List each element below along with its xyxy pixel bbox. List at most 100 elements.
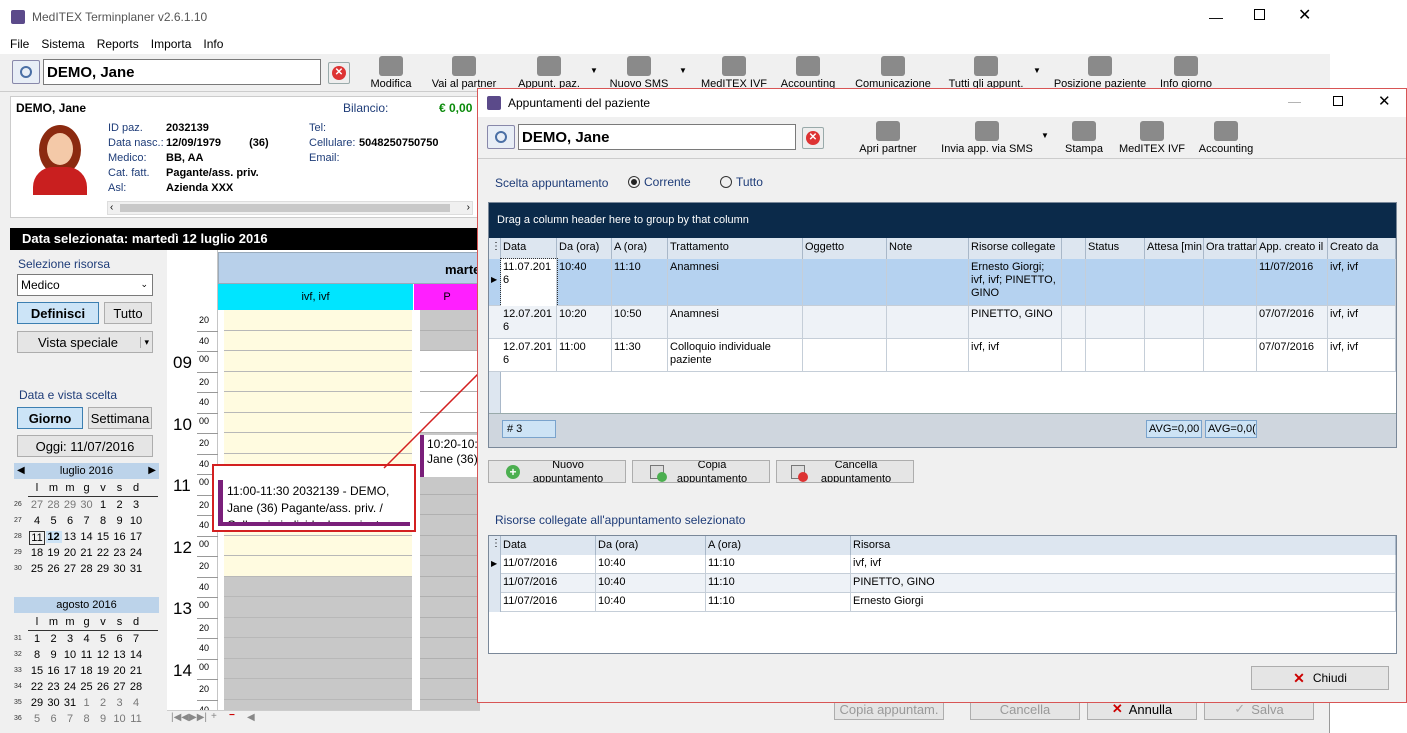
time-slot[interactable] [224,658,412,679]
first-icon[interactable]: |◀◀ [171,712,189,723]
settimana-button[interactable]: Settimana [88,407,152,429]
time-slot[interactable] [224,597,412,618]
calendar-day[interactable]: 4 [29,515,45,527]
risorsa-select[interactable]: Medico ⌄ [17,274,153,296]
calendar-day[interactable]: 7 [62,713,78,725]
calendar-day[interactable]: 20 [62,547,78,559]
toolbar-comunicazione[interactable]: Comunicazione [852,56,934,90]
calendar-day[interactable]: 5 [29,713,45,725]
toolbar-posizione-paziente[interactable]: Posizione paziente [1050,56,1150,90]
column-header[interactable]: Oggetto [803,238,887,259]
calendar-day[interactable]: 15 [29,665,45,677]
calendar-day[interactable]: 6 [112,633,128,645]
toolbar-tutti-appunt[interactable]: Tutti gli appunt. [944,56,1028,90]
calendar-day[interactable]: 11 [128,713,144,725]
menu-reports[interactable]: Reports [97,37,139,51]
time-slot[interactable] [224,699,412,710]
calendar-day[interactable]: 6 [46,713,62,725]
calendar-day[interactable]: 26 [46,563,62,575]
column-header[interactable]: Status [1086,238,1145,259]
dialog-toolbar-stampa[interactable]: Stampa [1060,121,1108,155]
patient-search-button[interactable] [12,60,40,84]
prev-month-icon[interactable]: ◀ [17,463,25,479]
time-slot[interactable] [420,556,480,577]
menu-importa[interactable]: Importa [151,37,192,51]
calendar-day[interactable]: 5 [46,515,62,527]
toolbar-modifica[interactable]: Modifica [365,56,417,90]
calendar-day[interactable]: 14 [79,531,95,543]
toolbar-accounting[interactable]: Accounting [776,56,840,90]
dialog-toolbar-apri-partner[interactable]: Apri partner [852,121,924,155]
calendar-day[interactable]: 2 [46,633,62,645]
calendar-day[interactable]: 20 [112,665,128,677]
close-icon[interactable]: ✕ [1298,5,1311,25]
calendar-day[interactable]: 9 [95,713,111,725]
time-slot[interactable] [420,658,480,679]
calendar-day[interactable]: 19 [46,547,62,559]
calendar-day[interactable]: 6 [62,515,78,527]
calendar-day[interactable]: 10 [112,713,128,725]
column-header[interactable]: Ora trattar [1204,238,1257,259]
calendar-day[interactable]: 3 [62,633,78,645]
calendar-day[interactable]: 29 [29,697,45,709]
calendar-day[interactable]: 8 [79,713,95,725]
calendar-day[interactable]: 18 [29,547,45,559]
time-slot[interactable] [224,576,412,597]
calendar-day[interactable]: 16 [46,665,62,677]
calendar-day[interactable]: 22 [29,681,45,693]
calendar-day[interactable]: 27 [62,563,78,575]
calendar-day[interactable]: 23 [112,547,128,559]
clear-patient-button[interactable]: ✕ [802,127,824,149]
column-header[interactable]: Attesa [min [1145,238,1204,259]
column-header[interactable]: A (ora) [706,536,851,555]
calendar-day[interactable]: 17 [128,531,144,543]
calendar-day[interactable]: 14 [128,649,144,661]
time-slot[interactable] [420,515,480,536]
time-slot[interactable] [224,310,412,331]
calendar-day[interactable]: 15 [95,531,111,543]
column-header[interactable]: Note [887,238,969,259]
calendar-day[interactable]: 27 [29,499,45,511]
cancella-appuntamento-button[interactable]: Cancella appuntamento [776,460,914,483]
calendar-day[interactable]: 4 [79,633,95,645]
time-slot[interactable] [224,679,412,700]
toolbar-vai-partner[interactable]: Vai al partner [428,56,500,90]
calendar-day[interactable]: 1 [95,499,111,511]
column-header[interactable]: Risorsa [851,536,1396,555]
calendar-day[interactable]: 21 [128,665,144,677]
chevron-down-icon[interactable]: ▼ [679,66,687,75]
scroll-left-icon[interactable]: ◀ [247,712,255,723]
calendar-day[interactable]: 4 [128,697,144,709]
calendar-day[interactable]: 11 [79,649,95,661]
calendar-day[interactable]: 3 [112,697,128,709]
minimize-icon[interactable]: — [1288,94,1301,109]
column-header[interactable]: Trattamento [668,238,803,259]
copia-appuntamento-button[interactable]: Copia appuntamento [632,460,770,483]
calendar-day[interactable]: 5 [95,633,111,645]
chevron-down-icon[interactable]: ▼ [590,66,598,75]
scroll-right-icon[interactable]: › [467,202,470,213]
column-header[interactable]: Da (ora) [557,238,612,259]
chiudi-button[interactable]: ✕ Chiudi [1251,666,1389,690]
calendar-day[interactable]: 1 [29,633,45,645]
time-slot[interactable] [420,699,480,710]
time-slot[interactable] [420,597,480,618]
calendar-day[interactable]: 17 [62,665,78,677]
calendar-day[interactable]: 28 [79,563,95,575]
last-icon[interactable]: ▶▶| [189,712,207,723]
definisci-button[interactable]: Definisci [17,302,99,324]
vista-speciale-button[interactable]: Vista speciale ▾ [17,331,153,353]
column-header[interactable]: Data [501,536,596,555]
appointment-block[interactable]: 11:00-11:30 2032139 - DEMO, Jane (36) Pa… [218,480,410,526]
column-header[interactable] [1062,238,1086,259]
time-slot[interactable] [420,576,480,597]
time-slot[interactable] [224,535,412,556]
patient-search-button[interactable] [487,125,515,149]
calendar-day[interactable]: 12 [95,649,111,661]
column-header[interactable]: Risorse collegate [969,238,1062,259]
dialog-toolbar-meditex-ivf[interactable]: MedITEX IVF [1116,121,1188,155]
time-slot[interactable] [420,679,480,700]
calendar-day[interactable]: 29 [62,499,78,511]
chevron-down-icon[interactable]: ▼ [1041,131,1049,140]
dialog-patient-input[interactable]: DEMO, Jane [518,124,796,150]
